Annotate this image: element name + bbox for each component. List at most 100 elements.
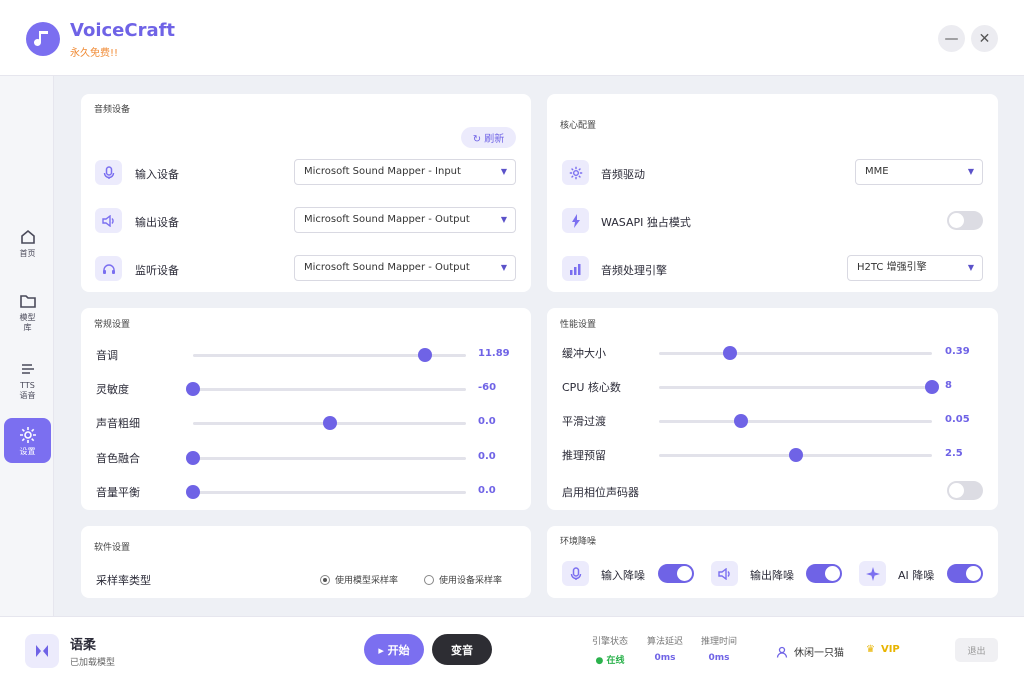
general-slider-value: 11.89: [478, 348, 510, 359]
audio-driver-select[interactable]: MME ▼: [855, 159, 983, 185]
monitor-device-select[interactable]: Microsoft Sound Mapper - Output ▼: [294, 255, 516, 281]
bar-chart-icon: [562, 256, 589, 281]
radio-model-sample-rate[interactable]: 使用模型采样率: [320, 573, 398, 586]
general-slider-value: 0.0: [478, 484, 496, 496]
general-slider[interactable]: [186, 382, 466, 397]
sidebar-item-label: TTS 语音: [19, 381, 36, 400]
logout-button[interactable]: 退出: [955, 638, 998, 662]
toggle-knob: [966, 566, 981, 581]
slider-thumb[interactable]: [788, 448, 803, 462]
performance-slider[interactable]: [659, 380, 939, 394]
toggle-knob: [949, 483, 964, 498]
radio-dot: [424, 574, 434, 585]
audio-devices-title: 音频设备: [94, 105, 131, 115]
sidebar-item-home[interactable]: 首页: [4, 228, 51, 259]
input-noise-toggle[interactable]: [658, 564, 694, 583]
app-header: VoiceCraft 永久免费!! — ✕: [0, 0, 1024, 76]
wasapi-toggle[interactable]: [947, 211, 983, 230]
folder-icon: [19, 295, 36, 308]
performance-slider[interactable]: [659, 448, 932, 462]
general-slider[interactable]: [186, 484, 466, 499]
speaker-icon: [711, 561, 738, 586]
input-device-select[interactable]: Microsoft Sound Mapper - Input ▼: [294, 159, 516, 185]
performance-slider-label: 推理预留: [562, 449, 606, 462]
performance-slider[interactable]: [659, 414, 932, 428]
user-name: 休闲一只猫: [794, 648, 844, 659]
toggle-knob: [825, 566, 840, 581]
model-avatar: [25, 634, 59, 668]
slider-thumb[interactable]: [186, 450, 200, 465]
general-slider[interactable]: [186, 450, 466, 465]
user-icon: [776, 646, 788, 658]
input-noise-label: 输入降噪: [601, 569, 645, 582]
sample-rate-label: 采样率类型: [96, 574, 151, 587]
phase-vocoder-label: 启用相位声码器: [562, 486, 639, 499]
performance-slider[interactable]: [659, 346, 932, 360]
sidebar-item-tts[interactable]: TTS 语音: [4, 360, 51, 401]
audio-engine-value: H2TC 增强引擎: [857, 262, 927, 273]
slider-thumb[interactable]: [733, 414, 748, 428]
vip-badge[interactable]: ♛ VIP: [866, 644, 900, 655]
chevron-down-icon: ▼: [967, 263, 974, 272]
speaker-icon: [95, 208, 122, 233]
output-noise-label: 输出降噪: [750, 569, 794, 582]
output-device-value: Microsoft Sound Mapper - Output: [304, 214, 470, 225]
microphone-icon: [95, 160, 122, 185]
model-icon: [36, 645, 48, 657]
app-logo: [26, 22, 60, 56]
footer-bar: 语柔 已加载模型 ▸ 开始 变音 引擎状态 ● 在线 算法延迟 0ms 推理时间…: [0, 616, 1024, 683]
slider-thumb[interactable]: [418, 348, 433, 362]
noise-reduction-title: 环境降噪: [560, 537, 597, 547]
refresh-button[interactable]: ↻ 刷新: [461, 127, 516, 148]
algorithm-latency-value: 0ms: [654, 653, 676, 663]
ai-noise-label: AI 降噪: [898, 569, 935, 582]
output-device-label: 输出设备: [135, 216, 179, 229]
voice-change-button[interactable]: 变音: [432, 634, 492, 665]
audio-driver-label: 音频驱动: [601, 168, 645, 181]
software-settings-title: 软件设置: [94, 543, 131, 553]
sidebar: 首页 模型 库 TTS 语音 设置: [0, 76, 54, 616]
general-slider-label: 声音粗细: [96, 417, 140, 431]
radio-dot: [320, 574, 330, 585]
close-button[interactable]: ✕: [971, 25, 998, 52]
microphone-icon: [562, 561, 589, 586]
toggle-knob: [677, 566, 692, 581]
radio-device-sample-rate[interactable]: 使用设备采样率: [424, 573, 502, 586]
performance-slider-label: 缓冲大小: [562, 347, 606, 360]
chevron-down-icon: ▼: [967, 167, 974, 176]
slider-thumb[interactable]: [322, 416, 337, 431]
sidebar-item-settings[interactable]: 设置: [4, 418, 51, 463]
user-info[interactable]: 休闲一只猫: [776, 644, 844, 659]
slider-thumb[interactable]: [925, 380, 939, 394]
general-slider-label: 音色融合: [96, 451, 140, 465]
slider-thumb[interactable]: [186, 484, 200, 499]
performance-slider-value: 0.39: [945, 346, 970, 357]
general-slider[interactable]: [193, 416, 466, 431]
performance-slider-value: 0.05: [945, 414, 970, 425]
output-noise-toggle[interactable]: [806, 564, 842, 583]
home-icon: [20, 229, 35, 244]
performance-card: [547, 308, 998, 510]
music-note-icon: [34, 31, 48, 46]
general-slider[interactable]: [193, 348, 466, 362]
app-subtitle: 永久免费!!: [70, 48, 119, 59]
output-device-select[interactable]: Microsoft Sound Mapper - Output ▼: [294, 207, 516, 233]
radio-label: 使用模型采样率: [335, 576, 399, 586]
monitor-device-value: Microsoft Sound Mapper - Output: [304, 262, 470, 273]
general-slider-label: 音量平衡: [96, 485, 140, 499]
chevron-down-icon: ▼: [500, 215, 507, 224]
ai-noise-toggle[interactable]: [947, 564, 983, 583]
audio-engine-select[interactable]: H2TC 增强引擎 ▼: [847, 255, 983, 281]
sidebar-item-model-library[interactable]: 模型 库: [4, 292, 51, 333]
tts-icon: [21, 364, 34, 374]
slider-thumb[interactable]: [722, 346, 737, 360]
start-button[interactable]: ▸ 开始: [364, 634, 424, 665]
chevron-down-icon: ▼: [500, 263, 507, 272]
phase-vocoder-toggle[interactable]: [947, 481, 983, 500]
monitor-device-label: 监听设备: [135, 264, 179, 277]
algorithm-latency-label: 算法延迟: [646, 637, 683, 647]
audio-engine-label: 音频处理引擎: [601, 264, 667, 277]
engine-status-value: ● 在线: [595, 656, 625, 666]
sidebar-item-label: 设置: [19, 447, 36, 456]
minimize-button[interactable]: —: [938, 25, 965, 52]
